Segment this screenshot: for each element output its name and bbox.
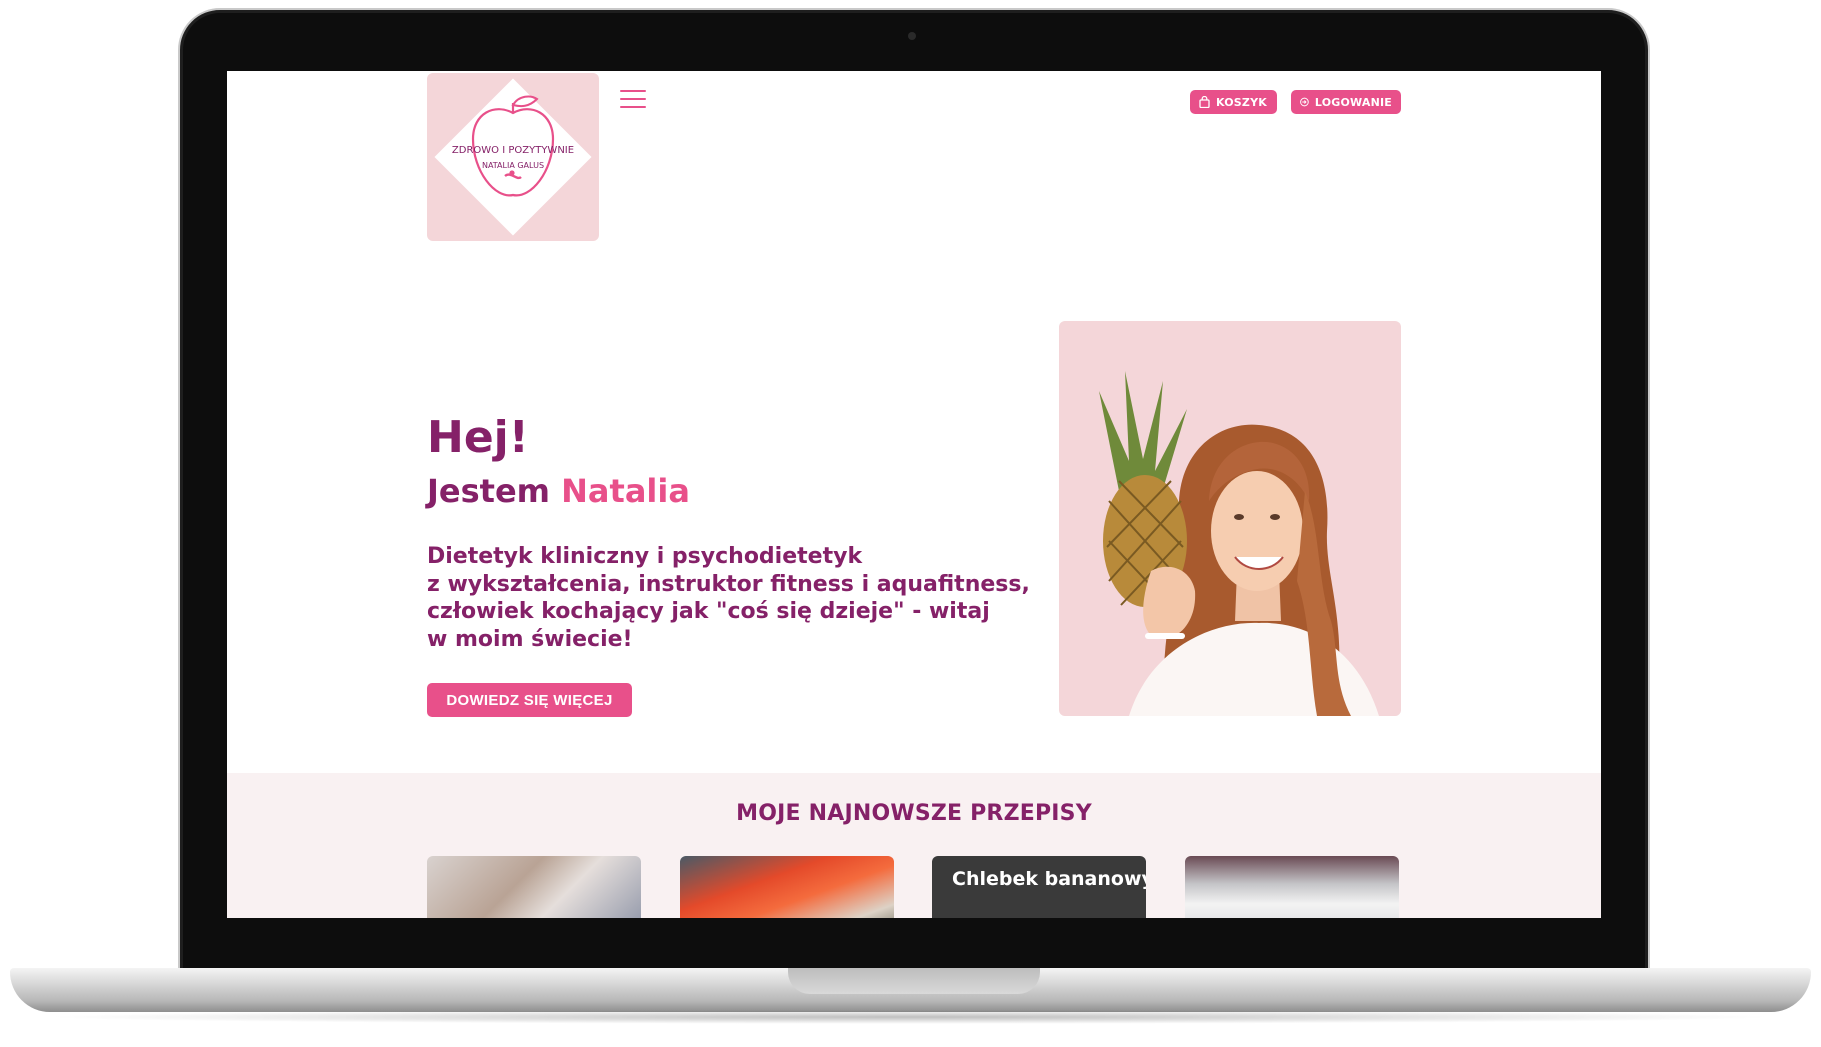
- hero-description-line: z wykształcenia, instruktor fitness i aq…: [427, 571, 1030, 597]
- shopping-bag-icon: [1199, 96, 1210, 108]
- apple-logo-graphic: ZDROWO I POZYTYWNIE NATALIA GALUS: [430, 74, 596, 240]
- hero-description: Dietetyk kliniczny i psychodietetyk z wy…: [427, 543, 1030, 653]
- recipes-section: MOJE NAJNOWSZE PRZEPISY Chlebek bananowy: [227, 773, 1601, 918]
- recipe-card[interactable]: Chlebek bananowy: [932, 856, 1146, 918]
- hero-name: Jestem Natalia: [427, 475, 690, 507]
- portrait-with-pineapple-illustration: [1099, 371, 1379, 716]
- hero-name-highlight: Natalia: [561, 472, 690, 510]
- cart-label: KOSZYK: [1216, 95, 1267, 109]
- recipe-card[interactable]: [1185, 856, 1399, 918]
- website-screen: ZDROWO I POZYTYWNIE NATALIA GALUS KOSZYK…: [227, 71, 1601, 918]
- svg-text:ZDROWO I POZYTYWNIE: ZDROWO I POZYTYWNIE: [452, 145, 574, 156]
- recipe-card-title: Chlebek bananowy: [952, 868, 1146, 890]
- hero-greeting: Hej!: [427, 412, 529, 463]
- recipes-section-title: MOJE NAJNOWSZE PRZEPISY: [736, 801, 1092, 826]
- recipe-card[interactable]: [427, 856, 641, 918]
- menu-icon[interactable]: [620, 90, 646, 108]
- hero-photo: [1059, 321, 1401, 716]
- laptop-camera: [908, 32, 916, 40]
- learn-more-button[interactable]: DOWIEDZ SIĘ WIĘCEJ: [427, 683, 632, 717]
- cart-button[interactable]: KOSZYK: [1190, 90, 1277, 114]
- hero-name-prefix: Jestem: [427, 472, 550, 510]
- login-label: LOGOWANIE: [1314, 95, 1392, 109]
- hero-description-line: człowiek kochający jak "coś się dzieje" …: [427, 599, 990, 624]
- hero-description-line: w moim świecie!: [427, 626, 633, 652]
- login-button[interactable]: LOGOWANIE: [1291, 90, 1401, 114]
- laptop-shadow: [40, 1010, 1781, 1024]
- site-logo[interactable]: ZDROWO I POZYTYWNIE NATALIA GALUS: [427, 73, 599, 241]
- login-icon: [1300, 97, 1309, 107]
- recipe-card[interactable]: [680, 856, 894, 918]
- svg-text:NATALIA GALUS: NATALIA GALUS: [482, 161, 544, 170]
- laptop-notch: [788, 968, 1040, 994]
- hero-description-line: Dietetyk kliniczny i psychodietetyk: [427, 544, 863, 569]
